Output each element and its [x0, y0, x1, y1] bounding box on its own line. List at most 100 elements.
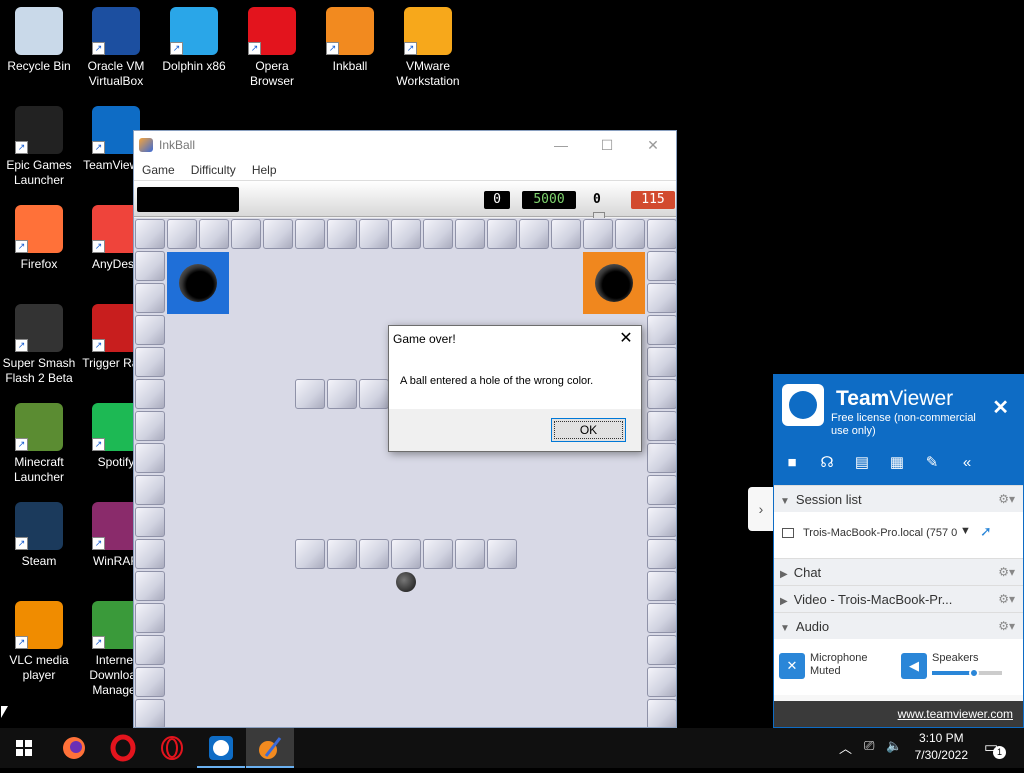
taskbar-inkball[interactable] — [246, 728, 294, 768]
desktop-icon-label: Inkball — [332, 59, 368, 73]
shortcut-arrow-icon: ↗ — [15, 339, 28, 352]
chevron-up-icon[interactable]: ︿ — [839, 738, 852, 757]
gear-icon[interactable]: ⚙▾ — [998, 613, 1015, 640]
video-call-icon[interactable]: ■ — [775, 451, 809, 475]
collapse-icon[interactable]: « — [950, 451, 984, 475]
desktop-icon-firefox[interactable]: ↗ Firefox — [1, 205, 77, 272]
microphone-muted-icon[interactable]: ✕ — [779, 653, 805, 679]
video-header[interactable]: ▶ Video - Trois-MacBook-Pr... ⚙▾ — [774, 585, 1023, 612]
shortcut-arrow-icon: ↗ — [92, 636, 105, 649]
teamviewer-close-icon[interactable]: ✕ — [992, 395, 1009, 420]
game-board[interactable] — [134, 218, 676, 727]
video-title: Video - Trois-MacBook-Pr... — [793, 592, 953, 607]
speakers-label: Speakers — [932, 652, 979, 664]
desktop-icon-vlc[interactable]: ↗ VLC media player — [1, 601, 77, 683]
volume-slider[interactable] — [932, 668, 1002, 678]
smash-flash-icon: ↗ — [15, 304, 63, 352]
mouse-cursor — [1, 706, 8, 718]
maximize-icon[interactable]: ☐ — [584, 131, 630, 159]
menu-game[interactable]: Game — [134, 163, 183, 177]
desktop-icon-steam[interactable]: ↗ Steam — [1, 502, 77, 569]
session-list-title: Session list — [795, 492, 862, 507]
orange-hole — [583, 252, 645, 314]
teamviewer-header: TeamViewer Free license (non-commercial … — [774, 375, 1023, 485]
wall-tile — [647, 635, 676, 665]
desktop-icon-vmware[interactable]: ↗ VMware Workstation — [390, 7, 466, 89]
shortcut-arrow-icon: ↗ — [92, 141, 105, 154]
game-over-dialog: Game over! ✕ A ball entered a hole of th… — [388, 325, 642, 452]
desktop-icon-label: Dolphin x86 — [162, 59, 226, 73]
wall-tile — [135, 411, 165, 441]
close-icon[interactable]: ✕ — [630, 131, 676, 159]
wall-tile — [455, 539, 485, 569]
dialog-close-icon[interactable]: ✕ — [615, 328, 637, 350]
windows-icon — [16, 740, 32, 756]
blue-hole-center — [179, 264, 217, 302]
teamviewer-collapse-tab[interactable]: › — [748, 487, 774, 531]
misses-counter: 0 — [589, 191, 619, 224]
desktop-icon-epic-games[interactable]: ↗ Epic Games Launcher — [1, 106, 77, 188]
desktop-icon-minecraft[interactable]: ↗ Minecraft Launcher — [1, 403, 77, 485]
wall-tile — [327, 539, 357, 569]
session-list-header[interactable]: ▼ Session list ⚙▾ — [774, 485, 1023, 512]
pointer-icon[interactable]: ➚ — [980, 523, 992, 540]
minimize-icon[interactable]: — — [538, 131, 584, 159]
wall-tile — [391, 219, 421, 249]
taskbar-teamviewer[interactable] — [197, 728, 245, 768]
minecraft-icon: ↗ — [15, 403, 63, 451]
wall-tile — [135, 443, 165, 473]
wall-tile — [135, 667, 165, 697]
wall-tile — [135, 539, 165, 569]
shortcut-arrow-icon: ↗ — [170, 42, 183, 55]
network-icon[interactable]: ⎚ — [864, 738, 874, 754]
wall-tile — [647, 379, 676, 409]
headset-icon[interactable]: ☊ — [810, 451, 844, 475]
chevron-right-icon: ▶ — [780, 569, 788, 580]
menu-help[interactable]: Help — [244, 163, 285, 177]
ok-button[interactable]: OK — [551, 418, 626, 442]
chat-header[interactable]: ▶ Chat ⚙▾ — [774, 558, 1023, 585]
wall-tile — [615, 219, 645, 249]
teamviewer-name-bold: Team — [836, 387, 890, 410]
desktop-icon-label: Firefox — [20, 257, 58, 271]
desktop-icon-recycle-bin[interactable]: Recycle Bin — [1, 7, 77, 74]
teamviewer-link[interactable]: www.teamviewer.com — [774, 701, 1023, 727]
wall-tile — [167, 219, 197, 249]
speaker-icon[interactable]: ◀ — [901, 653, 927, 679]
clock[interactable]: 3:10 PM 7/30/2022 — [915, 730, 968, 764]
gear-icon[interactable]: ⚙▾ — [998, 586, 1015, 613]
file-transfer-icon[interactable]: ▦ — [880, 451, 914, 475]
wall-tile — [423, 219, 453, 249]
desktop-icon-inkball[interactable]: ↗ Inkball — [312, 7, 388, 74]
audio-header[interactable]: ▼ Audio ⚙▾ — [774, 612, 1023, 639]
menu-difficulty[interactable]: Difficulty — [183, 163, 244, 177]
wall-tile — [647, 219, 676, 249]
volume-knob[interactable] — [969, 668, 979, 678]
wall-tile — [487, 539, 517, 569]
teamviewer-name-rest: Viewer — [889, 387, 954, 410]
orange-hole-center — [595, 264, 633, 302]
taskbar-firefox[interactable] — [50, 728, 98, 768]
start-button[interactable] — [0, 728, 48, 768]
desktop-icon-dolphin[interactable]: ↗ Dolphin x86 — [156, 7, 232, 74]
wall-tile — [647, 283, 676, 313]
chat-icon[interactable]: ▤ — [845, 451, 879, 475]
firefox-icon — [63, 737, 85, 759]
title-bar[interactable]: InkBall — ☐ ✕ — [134, 131, 676, 159]
session-item[interactable]: Trois-MacBook-Pro.local (757 0 — [803, 527, 957, 539]
taskbar-opera-gx[interactable] — [148, 728, 196, 768]
wall-tile — [263, 219, 293, 249]
desktop-icon-label: VMware Workstation — [396, 59, 460, 88]
desktop-icon-opera[interactable]: ↗ Opera Browser — [234, 7, 310, 89]
session-dropdown-icon[interactable]: ▼ — [960, 525, 971, 537]
gear-icon[interactable]: ⚙▾ — [998, 486, 1015, 513]
gear-icon[interactable]: ⚙▾ — [998, 559, 1015, 586]
taskbar-opera[interactable] — [99, 728, 147, 768]
wall-tile — [455, 219, 485, 249]
whiteboard-icon[interactable]: ✎ — [915, 451, 949, 475]
volume-icon[interactable]: 🔈 — [886, 738, 902, 754]
wall-tile — [359, 219, 389, 249]
wall-tile — [583, 219, 613, 249]
desktop-icon-smash-flash[interactable]: ↗ Super Smash Flash 2 Beta — [1, 304, 77, 386]
desktop-icon-virtualbox[interactable]: ↗ Oracle VM VirtualBox — [78, 7, 154, 89]
